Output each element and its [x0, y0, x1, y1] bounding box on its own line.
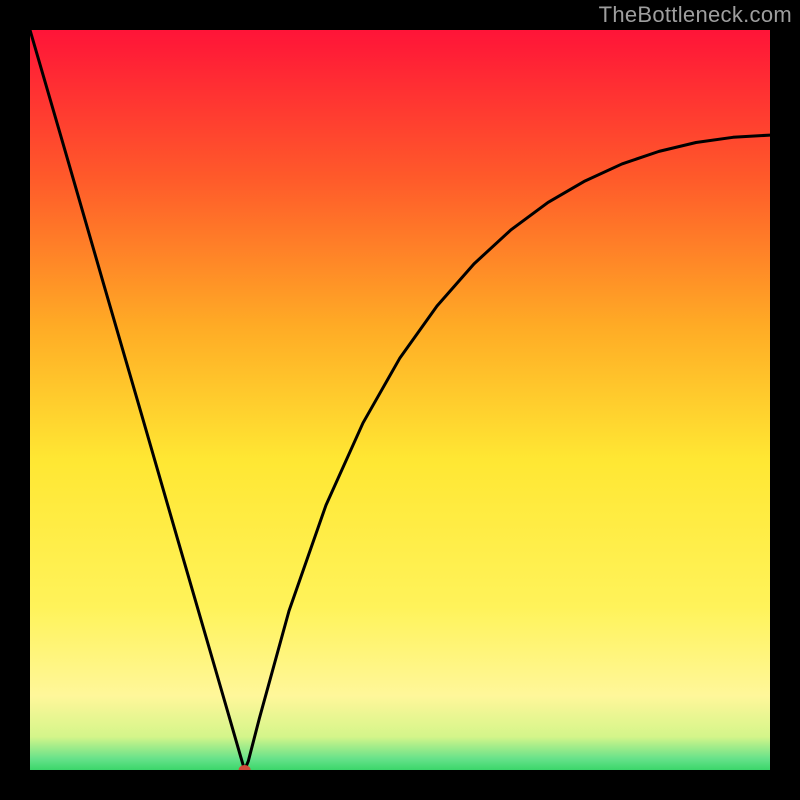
gradient-background — [30, 30, 770, 770]
chart-frame: TheBottleneck.com — [0, 0, 800, 800]
watermark-text: TheBottleneck.com — [599, 2, 792, 28]
bottleneck-chart — [30, 30, 770, 770]
plot-area — [30, 30, 770, 770]
